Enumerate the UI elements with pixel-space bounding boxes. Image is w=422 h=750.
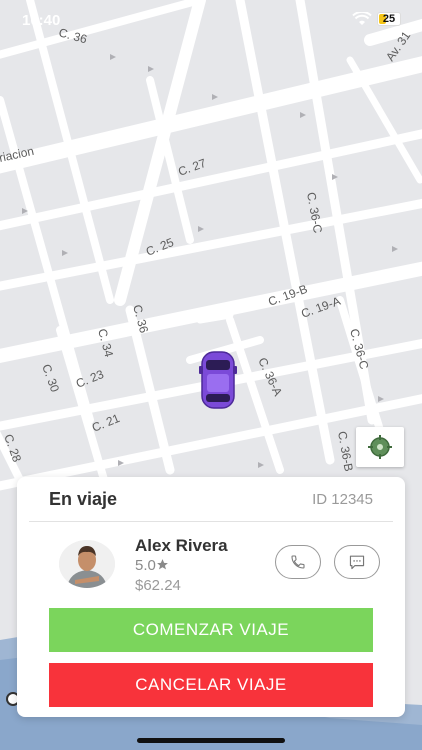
- message-icon: [349, 555, 365, 570]
- avatar: [59, 540, 115, 588]
- trip-id: ID 12345: [312, 491, 373, 508]
- wifi-icon: [352, 12, 372, 25]
- rating-value: 5.0: [135, 557, 156, 574]
- call-button[interactable]: [275, 545, 321, 579]
- car-icon: [199, 351, 237, 409]
- locate-button[interactable]: [356, 427, 404, 467]
- status-bar: 10:40 25: [0, 0, 422, 40]
- message-button[interactable]: [334, 545, 380, 579]
- driver-name: Alex Rivera: [135, 536, 228, 555]
- driver-rating: 5.0: [135, 557, 169, 574]
- cancel-trip-button[interactable]: CANCELAR VIAJE: [49, 663, 373, 707]
- divider: [29, 521, 393, 522]
- status-time: 10:40: [22, 12, 61, 29]
- locate-icon: [368, 435, 392, 459]
- battery-icon: 25: [377, 12, 401, 26]
- phone-icon: [291, 555, 305, 569]
- trip-card: En viaje ID 12345 Alex Rivera 5.0 $62.24…: [17, 477, 405, 717]
- star-icon: [156, 559, 168, 570]
- home-indicator[interactable]: [137, 738, 285, 743]
- battery-level: 25: [382, 13, 396, 25]
- start-trip-button[interactable]: COMENZAR VIAJE: [49, 608, 373, 652]
- trip-status-title: En viaje: [49, 489, 118, 509]
- trip-fare: $62.24: [135, 577, 181, 594]
